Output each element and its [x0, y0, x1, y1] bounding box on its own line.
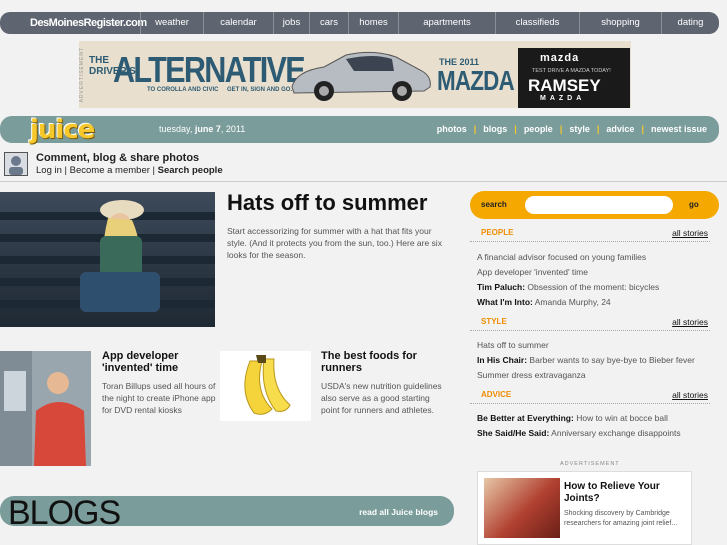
mazda-brand: mazda [540, 52, 580, 64]
ad-model: MAZDA 3 [437, 65, 531, 96]
story3-title[interactable]: The best foods for runners [321, 350, 441, 374]
style-link-1[interactable]: Hats off to summer [477, 340, 549, 350]
story3-photo[interactable] [220, 351, 311, 421]
ad-label: ADVERTISEMENT [79, 47, 85, 103]
people-link-1[interactable]: A financial advisor focused on young fam… [477, 252, 646, 262]
juice-nav-photos[interactable]: photos [437, 124, 467, 134]
people-link-3[interactable]: Tim Paluch: Obsession of the moment: bic… [477, 282, 659, 292]
dealer-tagline: TEST DRIVE A MAZDA TODAY! [532, 68, 611, 74]
advice-heading: ADVICE [481, 390, 512, 399]
main-story-title[interactable]: Hats off to summer [227, 190, 427, 216]
advice-all-stories-link[interactable]: all stories [672, 390, 708, 400]
style-section-header: STYLE all stories [470, 311, 710, 331]
people-heading: PEOPLE [481, 228, 514, 237]
read-all-blogs-link[interactable]: read all Juice blogs [359, 507, 438, 517]
nav-apartments[interactable]: apartments [398, 12, 495, 34]
main-story-photo[interactable] [0, 192, 215, 327]
blogs-bar: BLOGS read all Juice blogs [0, 494, 454, 532]
become-member-link[interactable]: Become a member [70, 165, 150, 176]
ad-knee-image [484, 478, 560, 538]
nav-dating[interactable]: dating [661, 12, 719, 34]
style-heading: STYLE [481, 317, 507, 326]
juice-nav-advice[interactable]: advice [606, 124, 634, 134]
juice-nav-newest-issue[interactable]: newest issue [651, 124, 707, 134]
juice-header-bar: juice tuesday, june 7, 2011 photos | blog… [0, 115, 719, 145]
member-strip: Comment, blog & share photos Log in | Be… [0, 150, 727, 182]
login-link[interactable]: Log in [36, 165, 62, 176]
advice-section-header: ADVICE all stories [470, 384, 710, 404]
nav-homes[interactable]: homes [348, 12, 398, 34]
people-all-stories-link[interactable]: all stories [672, 228, 708, 238]
nav-cars[interactable]: cars [309, 12, 348, 34]
site-logo[interactable]: DesMoinesRegister.com [0, 17, 147, 29]
ad-label-right: ADVERTISEMENT [560, 461, 620, 467]
blogs-title: BLOGS [8, 494, 121, 532]
people-link-4[interactable]: What I'm Into: Amanda Murphy, 24 [477, 297, 611, 307]
member-title: Comment, blog & share photos [36, 152, 200, 164]
nav-calendar[interactable]: calendar [203, 12, 273, 34]
nav-weather[interactable]: weather [140, 12, 203, 34]
style-all-stories-link[interactable]: all stories [672, 317, 708, 327]
juice-nav-blogs[interactable]: blogs [483, 124, 507, 134]
ad-sub2: GET IN, SIGN AND GO. [227, 87, 293, 93]
juice-logo[interactable]: juice [30, 115, 95, 145]
main-story-desc: Start accessorizing for summer with a ha… [227, 226, 442, 260]
ad-title[interactable]: How to Relieve Your Joints? [564, 481, 684, 505]
search-input[interactable] [525, 196, 673, 214]
nav-shopping[interactable]: shopping [579, 12, 661, 34]
advice-link-1[interactable]: Be Better at Everything: How to win at b… [477, 413, 668, 423]
dealer-sub: MAZDA [540, 95, 586, 102]
joint-relief-ad[interactable]: How to Relieve Your Joints? Shocking dis… [477, 471, 692, 545]
mazda-ad-banner[interactable]: ADVERTISEMENT THE DRIVER'S ALTERNATIVE T… [79, 41, 631, 108]
search-go-button[interactable]: go [689, 200, 699, 209]
juice-nav: photos | blogs | people | style | advice | ne… [436, 124, 707, 134]
story3-desc: USDA's new nutrition guidelines also ser… [321, 381, 442, 415]
dealer-name: RAMSEY [528, 76, 601, 95]
story2-desc: Toran Billups used all hours of the nigh… [102, 381, 216, 415]
people-link-2[interactable]: App developer 'invented' time [477, 267, 588, 277]
nav-classifieds[interactable]: classifieds [495, 12, 579, 34]
search-people-link[interactable]: Search people [158, 165, 223, 176]
issue-date: tuesday, june 7, 2011 [159, 124, 246, 134]
style-link-3[interactable]: Summer dress extravaganza [477, 370, 586, 380]
ad-sub1: TO COROLLA AND CIVIC [147, 87, 219, 93]
member-links: Log in | Become a member | Search people [36, 165, 223, 176]
search-label: search [481, 200, 507, 209]
story2-photo[interactable] [0, 351, 91, 466]
story2-title[interactable]: App developer 'invented' time [102, 350, 212, 374]
member-avatar-icon [4, 152, 28, 176]
search-bar: search go [470, 191, 719, 219]
people-section-header: PEOPLE all stories [470, 222, 710, 242]
car-image [291, 51, 431, 101]
top-nav-bar: DesMoinesRegister.com weather calendar j… [0, 12, 719, 34]
style-link-2[interactable]: In His Chair: Barber wants to say bye-by… [477, 355, 695, 365]
juice-nav-people[interactable]: people [524, 124, 553, 134]
ad-desc: Shocking discovery by Cambridge research… [564, 510, 678, 527]
ad-drivers-text: THE DRIVER'S [89, 55, 136, 77]
dealer-logo: mazda TEST DRIVE A MAZDA TODAY! RAMSEY M… [518, 48, 630, 108]
nav-jobs[interactable]: jobs [273, 12, 309, 34]
advice-link-2[interactable]: She Said/He Said: Anniversary exchange d… [477, 428, 681, 438]
juice-nav-style[interactable]: style [569, 124, 590, 134]
ad-headline: ALTERNATIVE [113, 49, 306, 90]
